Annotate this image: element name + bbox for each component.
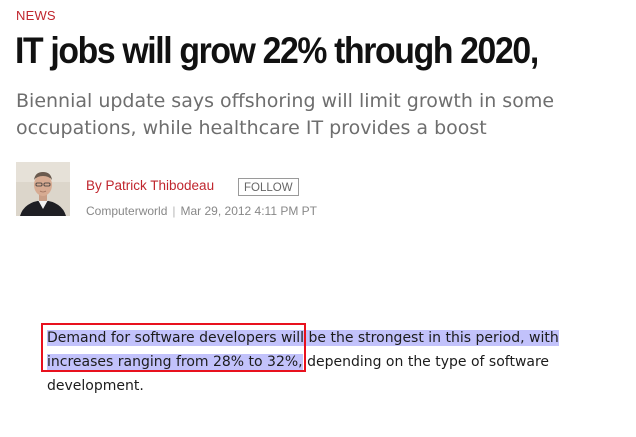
author-name-link[interactable]: By Patrick Thibodeau [86, 178, 214, 193]
byline-separator: | [172, 204, 176, 218]
article-body-paragraph: Demand for software developers will be t… [47, 326, 592, 398]
author-portrait-icon [16, 162, 70, 216]
publish-date: Mar 29, 2012 4:11 PM PT [180, 204, 318, 218]
publication-name: Computerworld [86, 204, 168, 218]
author-avatar[interactable] [16, 162, 70, 216]
byline-meta: Computerworld | Mar 29, 2012 4:11 PM PT [86, 204, 317, 218]
section-label-news[interactable]: NEWS [16, 8, 56, 23]
follow-button[interactable]: FOLLOW [238, 178, 299, 196]
article-deck: Biennial update says offshoring will lim… [16, 90, 555, 139]
article-headline: IT jobs will grow 22% through 2020, [15, 29, 539, 71]
